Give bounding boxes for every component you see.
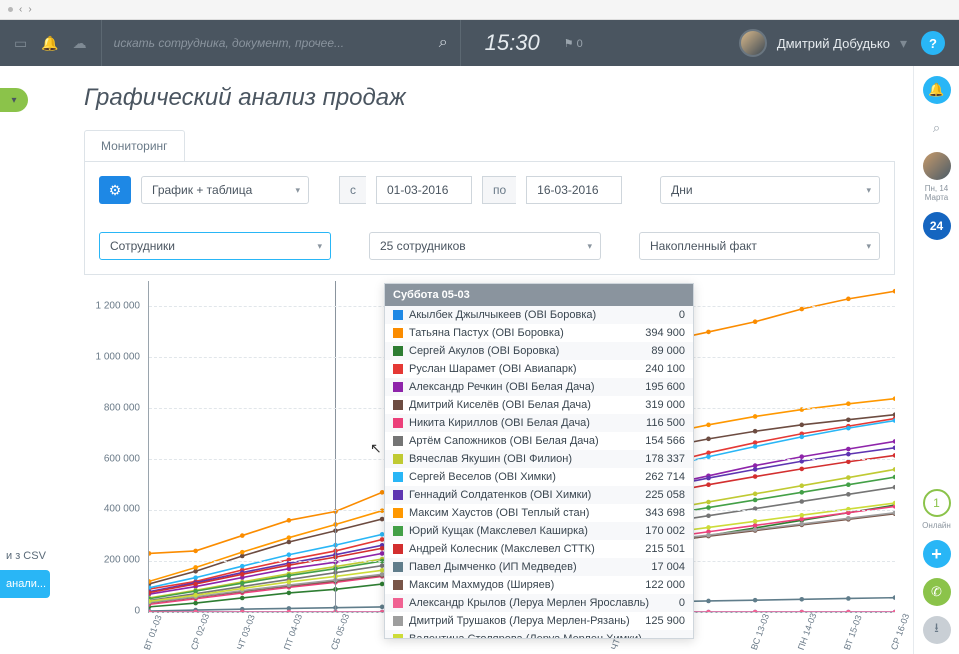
tooltip-row: Татьяна Пастух (OBI Боровка)394 900: [385, 324, 693, 342]
os-window-chrome: ‹›: [0, 0, 959, 20]
y-tick: 1 200 000: [96, 301, 141, 312]
tooltip-row: Валентина Столярова (Леруа Мерлен Химки): [385, 630, 693, 639]
sidebar-toggle[interactable]: [0, 88, 28, 112]
chart-tooltip: Суббота 05-03 Акылбек Джылчыкеев (OBI Бо…: [384, 283, 694, 639]
x-tick: ВС 13-03: [749, 612, 771, 651]
sidebar-item-csv[interactable]: и з CSV: [0, 542, 50, 570]
global-search[interactable]: ⌕: [101, 20, 461, 66]
tab-monitoring[interactable]: Мониторинг: [84, 130, 185, 161]
date-from[interactable]: 01-03-2016: [376, 176, 472, 204]
sidebar-item-active[interactable]: анали...: [0, 570, 50, 598]
online-label: Онлайн: [922, 521, 951, 530]
notification-flag[interactable]: ⚑ 0: [564, 37, 583, 50]
tooltip-row: Руслан Шарамет (OBI Авиапарк)240 100: [385, 360, 693, 378]
settings-button[interactable]: ⚙: [99, 176, 131, 204]
clock: 15:30: [485, 30, 540, 56]
x-tick: СР 16-03: [889, 612, 911, 651]
sidebar-item-other[interactable]: [0, 598, 50, 614]
to-label: по: [482, 176, 516, 204]
search-icon[interactable]: ⌕: [439, 34, 448, 52]
tooltip-row: Андрей Колесник (Макслевел СТТК)215 501: [385, 540, 693, 558]
y-tick: 1 000 000: [96, 352, 141, 363]
search-input[interactable]: [114, 36, 439, 50]
tooltip-row: Максим Махмудов (Ширяев)122 000: [385, 576, 693, 594]
tooltip-row: Дмитрий Трушаков (Леруа Мерлен-Рязань)12…: [385, 612, 693, 630]
help-button[interactable]: ?: [921, 31, 945, 55]
avatar: [739, 29, 767, 57]
user-menu[interactable]: Дмитрий Добудько ▾: [739, 29, 907, 57]
rail-avatar[interactable]: [923, 152, 951, 180]
download-button[interactable]: ⭳: [923, 616, 951, 644]
x-tick: ВТ 15-03: [842, 614, 864, 652]
rail-search-icon[interactable]: ⌕: [923, 114, 951, 142]
tooltip-row: Максим Хаустов (OBI Теплый стан)343 698: [385, 504, 693, 522]
bell-icon[interactable]: 🔔: [41, 35, 58, 52]
tooltip-row: Вячеслав Якушин (OBI Филион)178 337: [385, 450, 693, 468]
tooltip-row: Акылбек Джылчыкеев (OBI Боровка)0: [385, 306, 693, 324]
chat-icon[interactable]: ▭: [14, 35, 27, 52]
activity-rail: 🔔 ⌕ Пн, 14 Марта 24 1 Онлайн + ✆ ⭳: [913, 66, 959, 654]
call-button[interactable]: ✆: [923, 578, 951, 606]
page-title: Графический анализ продаж: [84, 84, 895, 112]
tooltip-row: Артём Сапожников (OBI Белая Дача)154 566: [385, 432, 693, 450]
view-mode-select[interactable]: График + таблица: [141, 176, 309, 204]
tooltip-row: Юрий Кущак (Макслевел Каширка)170 002: [385, 522, 693, 540]
x-tick: ПТ 04-03: [282, 613, 304, 652]
rail-bell-icon[interactable]: 🔔: [923, 76, 951, 104]
x-tick: СБ 05-03: [329, 612, 351, 651]
add-button[interactable]: +: [923, 540, 951, 568]
filter-panel: ⚙ График + таблица с 01-03-2016 по 16-03…: [84, 162, 895, 275]
tooltip-row: Дмитрий Киселёв (OBI Белая Дача)319 000: [385, 396, 693, 414]
from-label: с: [339, 176, 366, 204]
metric-select[interactable]: Накопленный факт: [639, 232, 880, 260]
count-select[interactable]: 25 сотрудников: [369, 232, 601, 260]
date-to[interactable]: 16-03-2016: [526, 176, 622, 204]
x-tick: ВТ 01-03: [142, 614, 164, 652]
x-tick: СР 02-03: [189, 612, 211, 651]
tooltip-row: Никита Кириллов (OBI Белая Дача)116 500: [385, 414, 693, 432]
rail-badge[interactable]: 24: [923, 212, 951, 240]
subject-select[interactable]: Сотрудники: [99, 232, 331, 260]
online-count[interactable]: 1: [923, 489, 951, 517]
gear-icon: ⚙: [109, 182, 122, 199]
y-tick: 200 000: [104, 555, 140, 566]
chevron-down-icon: ▾: [900, 35, 907, 52]
period-select[interactable]: Дни: [660, 176, 880, 204]
tooltip-row: Сергей Акулов (OBI Боровка)89 000: [385, 342, 693, 360]
collapsed-sidebar: и з CSV анали...: [0, 66, 36, 654]
rail-date: Пн, 14 Марта: [914, 184, 959, 202]
y-tick: 0: [134, 606, 140, 617]
tooltip-row: Александр Крылов (Леруа Мерлен Ярославль…: [385, 594, 693, 612]
y-tick: 400 000: [104, 504, 140, 515]
chart: 0 200 000 400 000 600 000 800 000 1 000 000 1 …: [84, 281, 895, 641]
tooltip-row: Сергей Веселов (OBI Химки)262 714: [385, 468, 693, 486]
x-tick: ЧТ 03-03: [235, 613, 257, 651]
tooltip-title: Суббота 05-03: [385, 284, 693, 306]
y-tick: 800 000: [104, 402, 140, 413]
tooltip-row: Павел Дымченко (ИП Медведев)17 004: [385, 558, 693, 576]
y-tick: 600 000: [104, 453, 140, 464]
cloud-icon[interactable]: ☁: [73, 35, 87, 52]
user-name: Дмитрий Добудько: [777, 36, 890, 51]
app-header: ▭ 🔔 ☁ ⌕ 15:30 ⚑ 0 Дмитрий Добудько ▾ ?: [0, 20, 959, 66]
x-tick: ПН 14-03: [795, 612, 818, 652]
tooltip-row: Геннадий Солдатенков (OBI Химки)225 058: [385, 486, 693, 504]
tooltip-row: Александр Речкин (OBI Белая Дача)195 600: [385, 378, 693, 396]
